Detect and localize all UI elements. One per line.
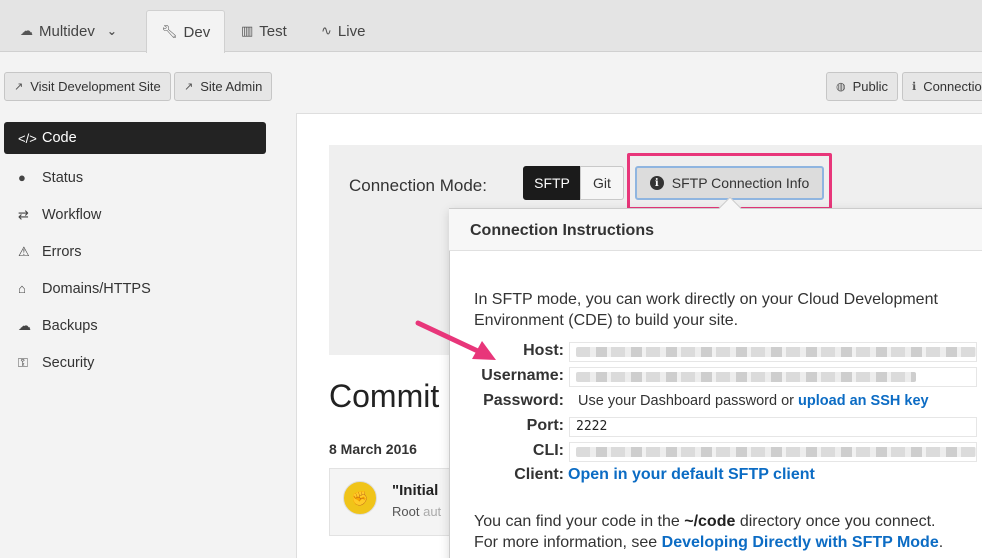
- cli-label: CLI:: [532, 442, 564, 459]
- sidebar-item-label: Code: [42, 130, 77, 146]
- git-mode-button[interactable]: Git: [580, 166, 624, 200]
- tab-multidev-label: Multidev: [39, 22, 95, 40]
- warning-icon: ⚠: [18, 243, 30, 259]
- external-link-icon: ↗: [184, 81, 194, 93]
- site-admin-button[interactable]: ↗ Site Admin: [174, 72, 273, 101]
- info-icon: i: [649, 176, 664, 190]
- sidebar-item-backups[interactable]: ☁ Backups: [4, 307, 266, 344]
- footer-period: .: [938, 534, 944, 551]
- code-icon: </>: [18, 130, 37, 146]
- tab-test-label: Test: [259, 22, 287, 40]
- home-icon: ⌂: [18, 281, 26, 296]
- sidebar-item-workflow[interactable]: ⇄ Workflow: [4, 196, 266, 233]
- wrench-icon: 🔧︎: [161, 24, 178, 39]
- sidebar-item-domains[interactable]: ⌂ Domains/HTTPS: [4, 270, 266, 307]
- commit-log-heading: Commit: [329, 378, 440, 414]
- client-label: Client:: [514, 466, 564, 483]
- tab-dev-label: Dev: [183, 23, 211, 41]
- tab-live-label: Live: [337, 22, 366, 40]
- annotation-arrow: [415, 320, 496, 360]
- pulse-icon: ∿: [321, 23, 332, 38]
- popover-intro: In SFTP mode, you can work directly on y…: [474, 291, 938, 329]
- open-sftp-client-link[interactable]: Open in your default SFTP client: [568, 466, 815, 484]
- commit-author-name: Root: [392, 504, 420, 519]
- site-admin-label: Site Admin: [200, 79, 263, 94]
- code-directory: ~/code: [684, 513, 736, 530]
- redacted-value: [576, 447, 976, 457]
- footer-text: directory once you connect.: [739, 513, 936, 530]
- cli-field[interactable]: [569, 442, 977, 462]
- footer-text: For more information, see: [474, 534, 658, 551]
- sidebar-item-security[interactable]: ⚿ Security: [4, 344, 266, 381]
- cloud-icon: ☁: [20, 23, 33, 38]
- tab-multidev[interactable]: ☁ Multidev ⌄: [20, 10, 117, 52]
- public-label: Public: [852, 79, 889, 94]
- popover-footer: You can find your code in the ~/code dir…: [474, 511, 982, 553]
- connection-label: Connection: [923, 79, 982, 94]
- sidebar-item-status[interactable]: ● Status: [4, 159, 266, 196]
- commit-date: 8 March 2016: [329, 441, 417, 457]
- commit-message: "Initial: [392, 482, 439, 499]
- tab-live[interactable]: ∿ Live: [321, 10, 365, 52]
- info-icon: ●: [18, 170, 26, 185]
- avatar: ✊: [343, 481, 377, 515]
- username-label: Username:: [481, 367, 564, 384]
- tab-dev[interactable]: 🔧︎ Dev: [146, 10, 226, 53]
- port-label: Port:: [526, 417, 564, 434]
- sidebar-item-label: Errors: [42, 243, 82, 260]
- external-link-icon: ↗: [14, 81, 24, 93]
- sidebar-item-label: Backups: [42, 317, 98, 334]
- sftp-mode-button[interactable]: SFTP: [523, 166, 581, 200]
- visit-site-label: Visit Development Site: [30, 79, 161, 94]
- redacted-value: [576, 347, 976, 357]
- connection-mode-label: Connection Mode:: [349, 176, 487, 195]
- sidebar-item-label: Security: [42, 354, 95, 371]
- globe-icon: ◍: [836, 81, 846, 93]
- host-field[interactable]: [569, 342, 977, 362]
- sftp-docs-link[interactable]: Developing Directly with SFTP Mode: [662, 534, 939, 551]
- commit-author: Root aut: [392, 504, 441, 519]
- sidebar: </> Code ● Status ⇄ Workflow ⚠ Errors ⌂ …: [4, 122, 266, 381]
- username-field[interactable]: [569, 367, 977, 387]
- cloud-upload-icon: ☁: [18, 317, 31, 333]
- visit-site-button[interactable]: ↗ Visit Development Site: [4, 72, 171, 101]
- port-field[interactable]: 2222: [569, 417, 977, 437]
- sidebar-item-label: Status: [42, 169, 84, 186]
- upload-ssh-key-link[interactable]: upload an SSH key: [798, 393, 929, 409]
- sidebar-item-errors[interactable]: ⚠ Errors: [4, 233, 266, 270]
- tab-test[interactable]: ▥ Test: [241, 10, 287, 52]
- footer-text: You can find your code in the: [474, 513, 680, 530]
- redacted-value: [576, 372, 916, 382]
- sidebar-item-label: Workflow: [42, 206, 102, 223]
- password-label: Password:: [483, 392, 564, 409]
- popover-title: Connection Instructions: [449, 209, 982, 251]
- bar-chart-icon: ▥: [241, 23, 254, 38]
- sftp-connection-info-button[interactable]: i SFTP Connection Info: [635, 166, 824, 200]
- password-info: Use your Dashboard password or upload an…: [578, 393, 929, 409]
- sidebar-item-code[interactable]: </> Code: [4, 122, 266, 154]
- password-text: Use your Dashboard password or: [578, 393, 794, 409]
- arrows-icon: ⇄: [18, 206, 29, 222]
- info-icon: ℹ: [912, 81, 917, 93]
- connection-info-button[interactable]: ℹ Connection: [902, 72, 982, 101]
- commit-author-suffix: aut: [423, 504, 442, 519]
- chevron-down-icon: ⌄: [106, 24, 117, 38]
- key-icon: ⚿: [18, 354, 28, 370]
- public-button[interactable]: ◍ Public: [826, 72, 899, 101]
- sftp-connection-info-label: SFTP Connection Info: [671, 175, 810, 191]
- sidebar-item-label: Domains/HTTPS: [42, 280, 151, 297]
